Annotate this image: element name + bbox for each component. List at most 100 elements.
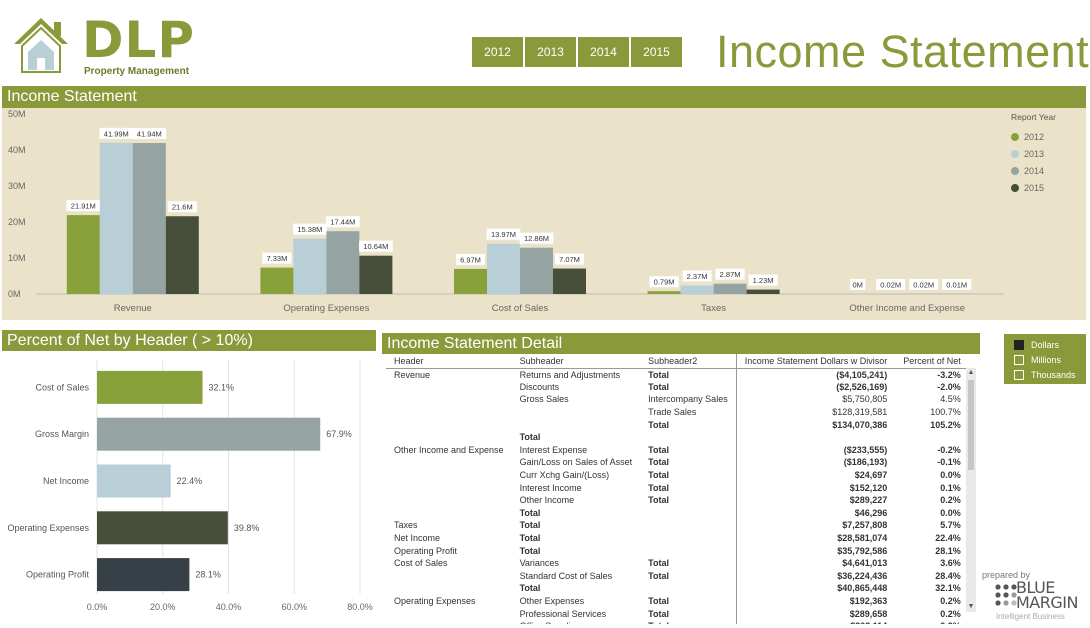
column-bar [66, 215, 100, 294]
legend-label: 2014 [1024, 166, 1044, 176]
table-row[interactable]: Trade Sales $128,319,581 100.7% [386, 405, 969, 419]
data-label: 17.44M [330, 218, 355, 227]
cell-subheader2 [640, 519, 736, 532]
col-header[interactable]: Header [386, 354, 512, 369]
data-label: 10.64M [363, 242, 388, 251]
legend-swatch [1011, 133, 1019, 141]
scroll-up-icon[interactable]: ▲ [966, 368, 976, 378]
column-bar [359, 255, 393, 294]
cell-subheader: Discounts [519, 381, 560, 392]
table-row[interactable]: Total $134,070,386 105.2% [386, 418, 969, 431]
column-bar [165, 216, 199, 294]
unit-option-millions[interactable]: Millions [1014, 352, 1076, 367]
y-tick-label: 50M [8, 109, 26, 119]
category-label: Operating Expenses [283, 303, 369, 314]
cell-subheader: Total [519, 507, 541, 518]
cell-subheader2: Total [640, 620, 736, 624]
table-row[interactable]: Curr Xchg Gain/(Loss) Total $24,697 0.0% [386, 468, 969, 482]
cell-dollars: ($233,555) [735, 443, 896, 457]
cell-dollars: $5,750,805 [735, 393, 896, 406]
year-button-2012[interactable]: 2012 [472, 37, 523, 67]
cell-dollars: $7,257,808 [735, 519, 896, 532]
legend-label: 2012 [1024, 132, 1044, 142]
table-row[interactable]: Operating Profit Total $35,792,586 28.1% [386, 544, 969, 557]
table-row[interactable]: Operating Expenses Other Expenses Total $19… [386, 594, 969, 608]
table-row[interactable]: Other Income and Expense Interest Expense… [386, 443, 969, 457]
cell-subheader2: Total [648, 608, 669, 619]
cell-dollars [735, 430, 896, 444]
col-percent[interactable]: Percent of Net [895, 354, 969, 369]
table-row[interactable]: Taxes Total $7,257,808 5.7% [386, 519, 969, 532]
table-row[interactable]: Total [386, 430, 969, 444]
table-row[interactable]: Revenue Returns and Adjustments Total ($4,1… [386, 368, 969, 381]
cell-header: Operating Expenses [394, 595, 476, 606]
checkbox-icon[interactable] [1014, 369, 1024, 380]
column-bar [713, 283, 747, 294]
y-tick-label: 10M [8, 253, 26, 263]
year-slicer: 2012 2013 2014 2015 [472, 37, 682, 67]
cell-subheader2: Total [648, 470, 669, 481]
table-row[interactable]: Office SuppliesTotal$303,1140.2% [386, 619, 969, 624]
bar-category-label: Operating Profit [26, 570, 90, 580]
cell-percent: -0.2% [937, 444, 961, 455]
legend-label: 2013 [1024, 149, 1044, 159]
cell-header [386, 418, 512, 431]
cell-header: Cost of Sales [394, 558, 448, 569]
col-dollars[interactable]: Income Statement Dollars w Divisor [735, 354, 896, 369]
cell-subheader: Total [519, 520, 541, 531]
cell-subheader2: Total [648, 369, 669, 380]
cell-subheader2 [640, 431, 736, 444]
cell-percent: -2.0% [937, 381, 961, 392]
col-subheader2[interactable]: Subheader2 [640, 354, 737, 369]
table-row[interactable]: Gross Sales Intercompany Sales $5,750,805 4… [386, 393, 969, 406]
cell-percent [895, 431, 969, 444]
table-row[interactable]: Gain/Loss on Sales of Asset Total ($186,19… [386, 456, 969, 469]
cell-header [386, 607, 512, 620]
unit-option-dollars[interactable]: Dollars [1014, 337, 1076, 352]
column-bar [454, 268, 487, 294]
col-subheader[interactable]: Subheader [511, 354, 641, 369]
table-row[interactable]: Net Income Total $28,581,074 22.4% [386, 531, 969, 545]
cell-dollars: $152,120 [735, 481, 896, 494]
table-row[interactable]: Standard Cost of Sales Total $36,224,436 28… [386, 569, 969, 583]
percent-chart-title: Percent of Net by Header ( > 10%) [7, 331, 253, 349]
data-label: 2.87M [720, 270, 741, 279]
table-row[interactable]: Other Income Total $289,227 0.2% [386, 493, 969, 507]
table-row[interactable]: Professional Services Total $289,658 0.2% [386, 607, 969, 620]
bar-value-label: 22.4% [177, 476, 203, 486]
year-button-2015[interactable]: 2015 [631, 37, 682, 67]
legend-swatch [1011, 150, 1019, 158]
data-label: 7.33M [266, 254, 287, 263]
cell-subheader: Office Supplies [512, 620, 641, 624]
scroll-down-icon[interactable]: ▼ [966, 602, 976, 612]
x-tick-label: 0.0% [87, 602, 108, 612]
cell-subheader2 [640, 532, 736, 545]
cell-header [386, 494, 512, 507]
cell-subheader2: Total [648, 570, 669, 581]
checkbox-icon[interactable] [1014, 354, 1024, 365]
column-bar [553, 268, 586, 294]
column-bar [487, 243, 520, 294]
table-row[interactable]: Total $46,296 0.0% [386, 506, 969, 520]
year-button-2013[interactable]: 2013 [525, 37, 576, 67]
year-button-2014[interactable]: 2014 [578, 37, 629, 67]
detail-scroll-thumb[interactable] [968, 380, 974, 470]
legend-swatch [1011, 184, 1019, 192]
table-row[interactable]: Interest Income Total $152,120 0.1% [386, 481, 969, 494]
detail-header: Income Statement Detail [382, 333, 980, 354]
cell-subheader2: Total [648, 419, 669, 430]
column-bar [99, 142, 133, 294]
table-row[interactable]: Cost of Sales Variances Total $4,641,013 3.6… [386, 556, 969, 570]
cell-header [386, 570, 512, 583]
logo-wordmark: DLP [82, 11, 196, 69]
cell-subheader: Other Income [519, 495, 575, 506]
table-row[interactable]: Discounts Total ($2,526,169) -2.0% [386, 380, 969, 394]
cell-header [386, 620, 512, 624]
unit-option-thousands[interactable]: Thousands [1014, 367, 1076, 382]
cell-subheader: Curr Xchg Gain/(Loss) [519, 470, 610, 481]
checkbox-checked-icon[interactable] [1014, 339, 1024, 350]
cell-percent: 0.2% [895, 620, 969, 624]
table-row[interactable]: Total $40,865,448 32.1% [386, 582, 969, 595]
horizontal-bar [97, 511, 228, 545]
data-label: 21.91M [71, 202, 96, 211]
